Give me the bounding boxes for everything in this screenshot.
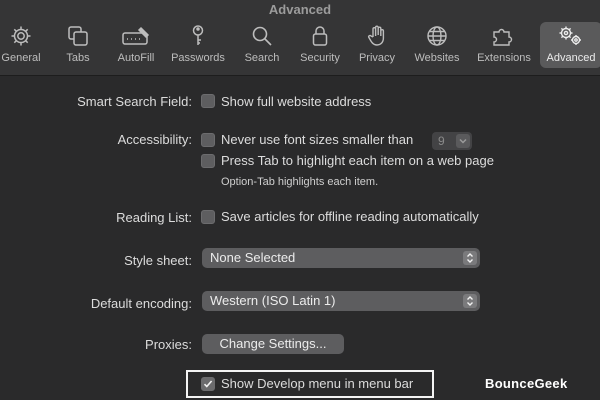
- default-encoding-label: Default encoding:: [90, 296, 192, 311]
- tab-passwords[interactable]: Passwords: [168, 24, 228, 70]
- press-tab-checkbox[interactable]: [201, 154, 215, 168]
- chevron-down-icon: [456, 134, 470, 148]
- hand-icon: [368, 25, 385, 46]
- gear-icon: [11, 26, 31, 46]
- tab-tabs[interactable]: Tabs: [58, 24, 98, 70]
- key-icon: [192, 25, 204, 45]
- gears-icon: [559, 26, 581, 45]
- tab-label: Privacy: [358, 52, 396, 64]
- tabs-icon: [68, 26, 88, 46]
- default-encoding-value: Western (ISO Latin 1): [210, 293, 336, 308]
- style-sheet-label: Style sheet:: [124, 253, 192, 268]
- tab-general[interactable]: General: [0, 24, 44, 70]
- tab-label: Security: [300, 52, 340, 64]
- search-icon: [252, 26, 272, 46]
- show-full-address-text: Show full website address: [221, 94, 372, 109]
- save-articles-checkbox[interactable]: [201, 210, 215, 224]
- lock-icon: [312, 26, 328, 46]
- reading-list-label: Reading List:: [116, 210, 192, 225]
- window-title: Advanced: [268, 2, 332, 17]
- tab-privacy[interactable]: Privacy: [356, 24, 398, 70]
- checkmark-icon: [203, 380, 213, 388]
- tab-extensions[interactable]: Extensions: [472, 24, 536, 70]
- press-tab-note: Option-Tab highlights each item.: [221, 176, 379, 188]
- tab-autofill[interactable]: AutoFill: [112, 24, 160, 70]
- proxies-label: Proxies:: [145, 337, 192, 352]
- tab-label: Passwords: [171, 52, 225, 64]
- tab-label: Extensions: [477, 52, 531, 64]
- accessibility-label: Accessibility:: [117, 132, 192, 147]
- watermark: BounceGeek: [485, 376, 568, 391]
- press-tab-text: Press Tab to highlight each item on a we…: [221, 153, 494, 168]
- min-font-size-checkbox[interactable]: [201, 133, 215, 147]
- puzzle-icon: [493, 28, 513, 46]
- tab-label: General: [1, 52, 41, 64]
- show-full-address-checkbox[interactable]: [201, 94, 215, 108]
- min-font-size-value: 9: [438, 134, 445, 148]
- tab-label: Search: [244, 52, 280, 64]
- show-develop-menu-checkbox[interactable]: [201, 377, 215, 391]
- tab-label: AutoFill: [117, 52, 155, 64]
- save-articles-text: Save articles for offline reading automa…: [221, 209, 479, 224]
- tab-label: Advanced: [546, 52, 596, 64]
- preferences-toolbar: Advanced General Tabs AutoFill Passwords…: [0, 0, 600, 76]
- default-encoding-popup[interactable]: Western (ISO Latin 1): [202, 291, 480, 311]
- tab-advanced[interactable]: Advanced: [540, 22, 600, 68]
- show-develop-menu-text: Show Develop menu in menu bar: [221, 376, 414, 391]
- smart-search-label: Smart Search Field:: [77, 94, 192, 109]
- min-font-size-text: Never use font sizes smaller than: [221, 132, 414, 147]
- autofill-icon: [122, 26, 150, 45]
- change-settings-button[interactable]: Change Settings...: [202, 334, 344, 354]
- tab-security[interactable]: Security: [296, 24, 344, 70]
- up-down-arrows-icon: [463, 251, 477, 265]
- tab-label: Websites: [414, 52, 460, 64]
- tab-label: Tabs: [66, 52, 90, 64]
- globe-icon: [427, 26, 447, 46]
- style-sheet-popup[interactable]: None Selected: [202, 248, 480, 268]
- tab-search[interactable]: Search: [240, 24, 284, 70]
- tab-websites[interactable]: Websites: [410, 24, 464, 70]
- min-font-size-popup[interactable]: 9: [432, 132, 472, 150]
- up-down-arrows-icon: [463, 294, 477, 308]
- style-sheet-value: None Selected: [210, 250, 296, 265]
